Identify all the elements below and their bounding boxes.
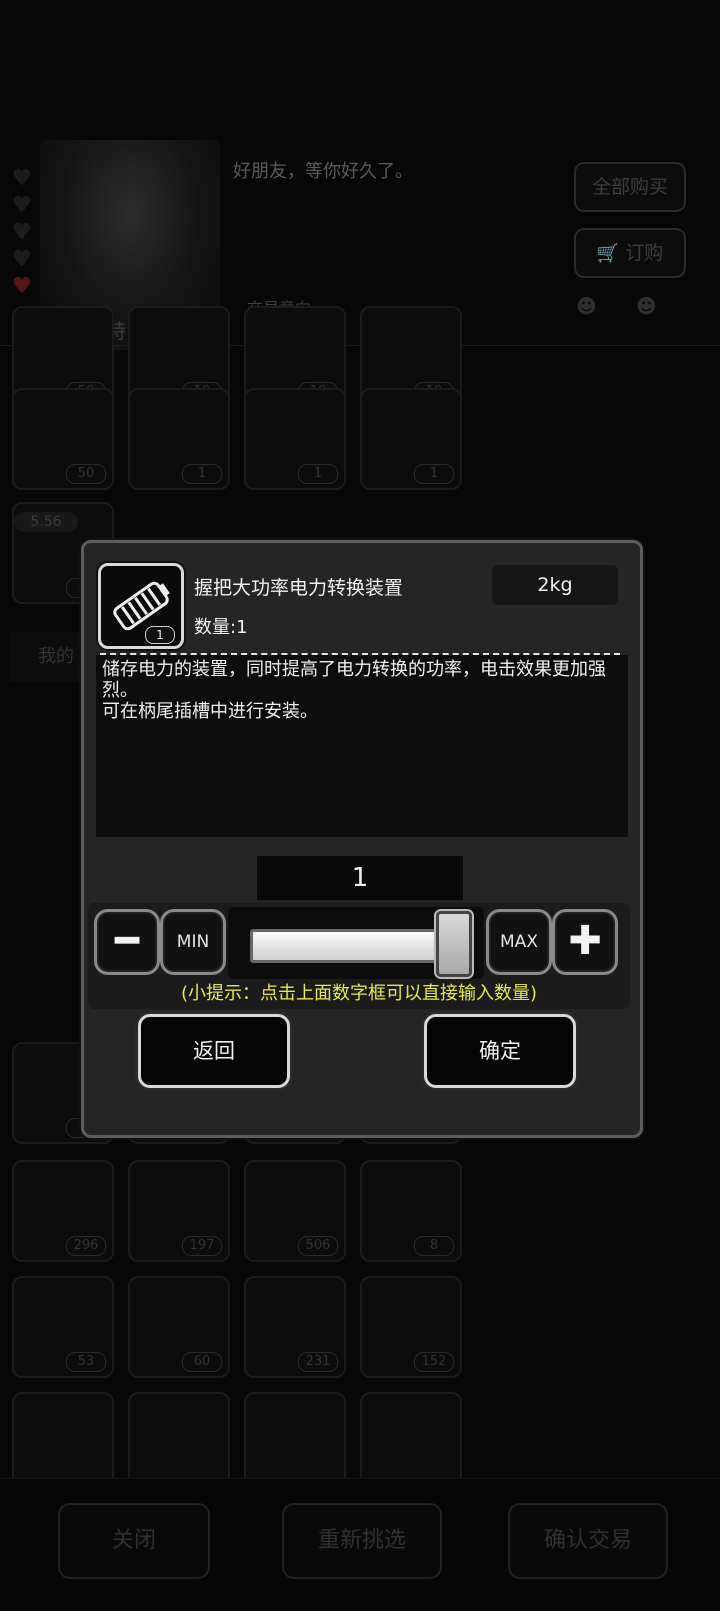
item-weight: 2kg: [492, 565, 618, 605]
quantity-input[interactable]: 1: [257, 856, 463, 900]
quantity-controls: ━ MIN MAX ✚ (小提示：点击上面数字框可以直接输入数量): [88, 903, 630, 1009]
slot-count: 1: [182, 464, 222, 484]
quantity-slider-track[interactable]: [250, 929, 452, 963]
order-button[interactable]: 🛒 订购: [574, 228, 686, 278]
mood-sad-icon[interactable]: ☻: [576, 294, 597, 318]
slot-count: 152: [414, 1352, 454, 1372]
inventory-slot[interactable]: 231: [244, 1276, 346, 1378]
shop-slot[interactable]: 1: [244, 388, 346, 490]
heart-icon: ♥: [12, 274, 32, 299]
item-quantity-badge: 1: [145, 626, 175, 644]
reselect-button[interactable]: 重新挑选: [282, 1503, 442, 1579]
ok-button[interactable]: 确定: [424, 1014, 576, 1088]
confirm-trade-button[interactable]: 确认交易: [508, 1503, 668, 1579]
heart-icon: ♥: [12, 247, 32, 272]
close-button[interactable]: 关闭: [58, 1503, 210, 1579]
divider: [100, 653, 620, 655]
inventory-slot[interactable]: 8: [360, 1160, 462, 1262]
inventory-slot[interactable]: 296: [12, 1160, 114, 1262]
slot-count: 231: [298, 1352, 338, 1372]
order-button-label: 订购: [625, 242, 664, 264]
quantity-slider-thumb[interactable]: [436, 911, 472, 977]
affection-hearts: ♥ ♥ ♥ ♥ ♥: [12, 165, 42, 300]
shop-slot[interactable]: 50: [12, 388, 114, 490]
description-box: 储存电力的装置，同时提高了电力转换的功率，电击效果更加强烈。 可在柄尾插槽中进行…: [96, 655, 628, 837]
inventory-slot[interactable]: 53: [12, 1276, 114, 1378]
shop-slot[interactable]: 1: [128, 388, 230, 490]
buy-all-button[interactable]: 全部购买: [574, 162, 686, 212]
plus-icon: ✚: [568, 918, 602, 964]
slot-count: 50: [66, 464, 106, 484]
back-button[interactable]: 返回: [138, 1014, 290, 1088]
inventory-slot[interactable]: 506: [244, 1160, 346, 1262]
increase-button[interactable]: ✚: [552, 909, 618, 975]
inventory-slot[interactable]: 152: [360, 1276, 462, 1378]
inventory-slot[interactable]: 197: [128, 1160, 230, 1262]
slot-count: 197: [182, 1236, 222, 1256]
slot-count: 8: [414, 1236, 454, 1256]
shop-slot[interactable]: 1: [360, 388, 462, 490]
slot-count: 53: [66, 1352, 106, 1372]
mood-happy-icon[interactable]: ☻: [636, 294, 657, 318]
max-button[interactable]: MAX: [486, 909, 552, 975]
item-description: 储存电力的装置，同时提高了电力转换的功率，电击效果更加强烈。 可在柄尾插槽中进行…: [102, 659, 606, 722]
heart-icon: ♥: [12, 220, 32, 245]
cart-icon: 🛒: [596, 243, 620, 264]
quantity-label: 数量:1: [194, 617, 248, 638]
heart-icon: ♥: [12, 166, 32, 191]
price-tag: 5.56: [14, 512, 78, 532]
item-name: 握把大功率电力转换装置: [194, 577, 404, 599]
slot-count: 60: [182, 1352, 222, 1372]
slot-count: 506: [298, 1236, 338, 1256]
item-icon-frame: 1: [98, 563, 184, 649]
slot-count: 1: [414, 464, 454, 484]
slot-count: 296: [66, 1236, 106, 1256]
decrease-button[interactable]: ━: [94, 909, 160, 975]
min-button[interactable]: MIN: [160, 909, 226, 975]
heart-icon: ♥: [12, 193, 32, 218]
minus-icon: ━: [114, 918, 140, 964]
quantity-dialog: 1 握把大功率电力转换装置 2kg 数量:1 储存电力的装置，同时提高了电力转换…: [81, 540, 643, 1138]
tip-text: (小提示：点击上面数字框可以直接输入数量): [180, 983, 538, 1004]
slot-count: 1: [298, 464, 338, 484]
inventory-slot[interactable]: 60: [128, 1276, 230, 1378]
npc-greeting: 好朋友，等你好久了。: [233, 161, 413, 182]
